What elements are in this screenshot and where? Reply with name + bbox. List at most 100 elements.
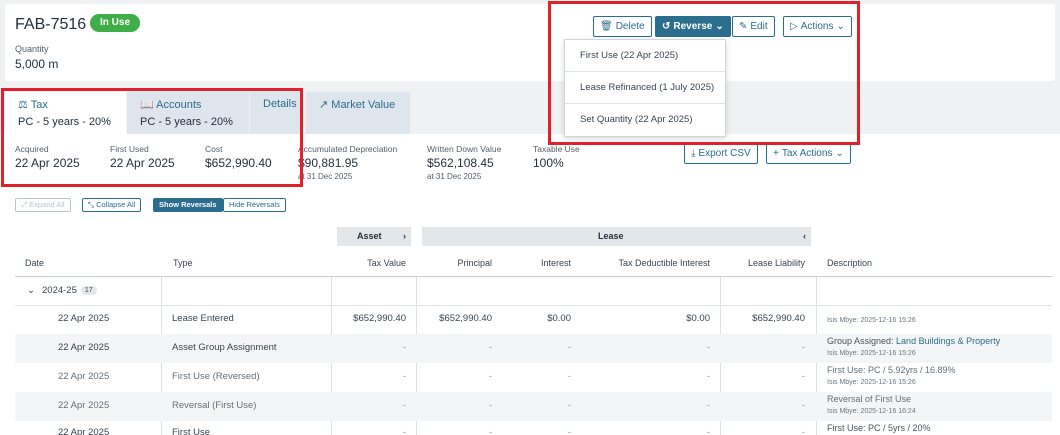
scale-icon: ⚖	[18, 99, 28, 111]
asset-id: FAB-7516	[15, 16, 87, 33]
tab-details[interactable]: Details	[250, 92, 300, 134]
row-lease-liability: -	[801, 342, 805, 353]
row-tax-value: $652,990.40	[353, 313, 406, 324]
row-interest: -	[567, 427, 571, 435]
row-description: First Use: PC / 5yrs / 20%	[827, 423, 931, 433]
row-description: Reversal of First Use	[827, 394, 912, 404]
chevron-right-icon: ›	[403, 231, 406, 241]
row-principal: -	[488, 400, 492, 411]
col-description[interactable]: Description	[827, 258, 872, 268]
row-tax-value: -	[402, 371, 406, 382]
row-interest: -	[567, 371, 571, 382]
acc-dep-date: at 31 Dec 2025	[298, 172, 353, 181]
table-row[interactable]: 22 Apr 2025 First Use (Reversed) - - - -…	[15, 363, 1052, 392]
first-used-value: 22 Apr 2025	[110, 156, 175, 170]
reverse-button[interactable]: ↺ Reverse ⌄	[655, 16, 731, 37]
col-date[interactable]: Date	[25, 258, 44, 268]
row-tax-ded-interest: -	[706, 371, 710, 382]
row-type: First Use	[172, 427, 210, 435]
menu-item-first-use[interactable]: First Use (22 Apr 2025)	[565, 40, 725, 72]
table-row[interactable]: 22 Apr 2025 Reversal (First Use) - - - -…	[15, 392, 1052, 421]
row-meta: Isis Mbye: 2025-12-16 16:24	[827, 408, 916, 415]
menu-item-lease-refinanced[interactable]: Lease Refinanced (1 July 2025)	[565, 72, 725, 104]
play-icon: ▷	[790, 21, 798, 32]
row-principal: $652,990.40	[439, 313, 492, 324]
row-date: 22 Apr 2025	[58, 313, 110, 324]
acquired-value: 22 Apr 2025	[15, 156, 80, 170]
row-type: First Use (Reversed)	[172, 371, 260, 382]
lease-group-header[interactable]: Lease ‹	[422, 227, 811, 246]
table-row[interactable]: 22 Apr 2025 Lease Entered $652,990.40 $6…	[15, 305, 1052, 334]
show-reversals-button[interactable]: Show Reversals	[153, 198, 223, 212]
row-interest: -	[567, 342, 571, 353]
actions-button[interactable]: ▷ Actions ⌄	[783, 16, 852, 37]
tax-actions-button[interactable]: + Tax Actions ⌄	[766, 143, 851, 164]
wdv-date: at 31 Dec 2025	[427, 172, 482, 181]
pencil-icon: ✎	[739, 21, 748, 32]
chevron-down-icon: ⌄	[835, 148, 844, 159]
col-interest[interactable]: Interest	[510, 258, 571, 268]
export-csv-button[interactable]: ⤓ Export CSV	[684, 143, 758, 164]
row-lease-liability: -	[801, 427, 805, 435]
row-lease-liability: -	[801, 371, 805, 382]
tab-market-value[interactable]: ↗ Market Value	[306, 92, 410, 134]
expand-icon: ⤢	[21, 200, 27, 209]
collapse-icon: ⤡	[88, 200, 94, 209]
trend-up-icon: ↗	[319, 99, 329, 111]
row-description: Group Assigned: Land Buildings & Propert…	[827, 336, 1001, 346]
tab-accounts[interactable]: 📖 Accounts PC - 5 years - 20%	[127, 92, 249, 134]
row-date: 22 Apr 2025	[58, 427, 110, 435]
col-tax-value[interactable]: Tax Value	[336, 258, 406, 268]
row-interest: -	[567, 400, 571, 411]
chevron-left-icon: ‹	[803, 231, 806, 241]
group-link[interactable]: Land Buildings & Property	[896, 336, 1000, 346]
row-description: First Use: PC / 5.92yrs / 16.89%	[827, 365, 956, 375]
col-lease-liability[interactable]: Lease Liability	[720, 258, 805, 268]
wdv-value: $562,108.45	[427, 156, 494, 170]
hide-reversals-button[interactable]: Hide Reversals	[223, 198, 286, 212]
row-lease-liability: $652,990.40	[752, 313, 805, 324]
trash-icon: 🗑	[600, 21, 613, 32]
year-group-row[interactable]: ⌄ 2024-25 17	[15, 277, 1052, 305]
first-used-label: First Used	[110, 144, 149, 154]
quantity-label: Quantity	[15, 44, 49, 54]
undo-icon: ↺	[662, 21, 671, 32]
table-row[interactable]: 22 Apr 2025 First Use - - - - - First Us…	[15, 421, 1052, 435]
row-meta: Isis Mbye: 2025-12-16 15:26	[827, 317, 916, 324]
menu-item-set-quantity[interactable]: Set Quantity (22 Apr 2025)	[565, 104, 725, 136]
row-type: Lease Entered	[172, 313, 234, 324]
year-count-badge: 17	[80, 286, 97, 295]
table-row[interactable]: 22 Apr 2025 Asset Group Assignment - - -…	[15, 334, 1052, 363]
tab-tax[interactable]: ⚖ Tax PC - 5 years - 20%	[5, 92, 126, 134]
plus-icon: +	[773, 148, 779, 159]
chevron-down-icon: ⌄	[27, 285, 35, 296]
row-principal: -	[488, 427, 492, 435]
asset-group-header[interactable]: Asset ›	[337, 227, 411, 246]
row-principal: -	[488, 371, 492, 382]
col-principal[interactable]: Principal	[422, 258, 492, 268]
col-type[interactable]: Type	[173, 258, 193, 268]
acquired-label: Acquired	[15, 144, 49, 154]
edit-button[interactable]: ✎ Edit	[732, 16, 775, 37]
collapse-all-button[interactable]: ⤡ Collapse All	[82, 198, 142, 212]
row-type: Asset Group Assignment	[172, 342, 277, 353]
delete-button[interactable]: 🗑 Delete	[593, 16, 652, 37]
row-tax-ded-interest: -	[706, 400, 710, 411]
row-tax-value: -	[402, 342, 406, 353]
row-tax-value: -	[402, 400, 406, 411]
year-label: 2024-25	[42, 285, 77, 296]
row-date: 22 Apr 2025	[58, 342, 110, 353]
chevron-down-icon: ⌄	[715, 21, 724, 32]
asset-header: FAB-7516 In Use Quantity 5,000 m	[5, 4, 1055, 81]
row-type: Reversal (First Use)	[172, 400, 257, 411]
col-tax-deductible-interest[interactable]: Tax Deductible Interest	[590, 258, 710, 268]
row-interest: $0.00	[547, 313, 571, 324]
row-principal: -	[488, 342, 492, 353]
quantity-value: 5,000 m	[15, 57, 59, 71]
expand-all-button[interactable]: ⤢ Expand All	[15, 198, 71, 212]
row-date: 22 Apr 2025	[58, 371, 110, 382]
chevron-down-icon: ⌄	[836, 21, 845, 32]
taxable-use-label: Taxable Use	[533, 144, 580, 154]
reverse-dropdown-menu: First Use (22 Apr 2025) Lease Refinanced…	[564, 39, 726, 137]
row-tax-value: -	[402, 427, 406, 435]
